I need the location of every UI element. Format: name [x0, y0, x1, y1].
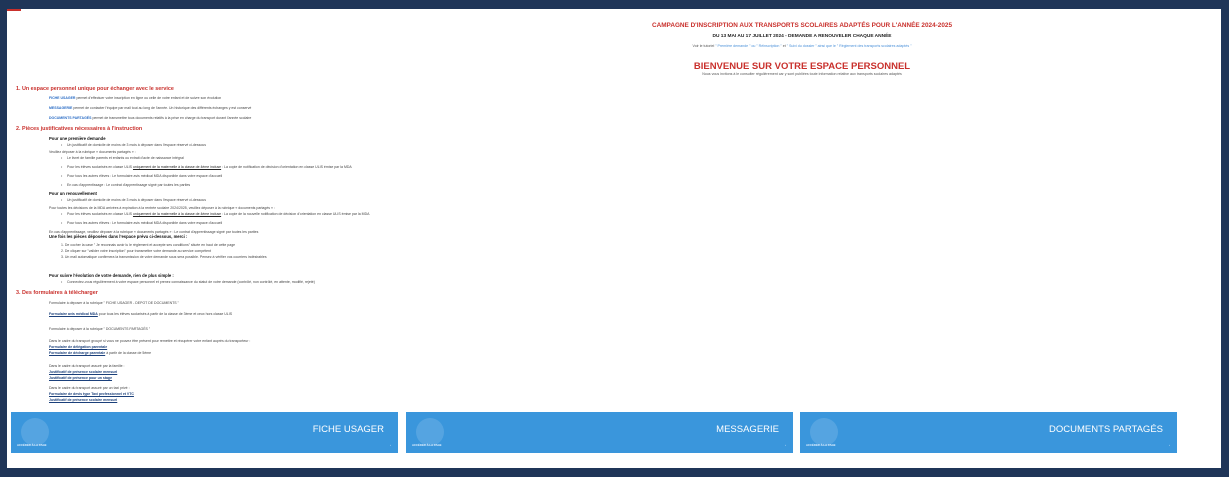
- list-item: Le livret de famille parents et enfants …: [61, 156, 184, 160]
- tile-access-link[interactable]: ACCÉDER À LA PAGE: [17, 443, 47, 447]
- download-link-taxi-quote[interactable]: Formulaire de devis type Taxi profession…: [49, 392, 134, 396]
- download-link-school-attendance-taxi[interactable]: Justificatif de présence scolaire mensue…: [49, 398, 117, 402]
- first-request-heading: Pour une première demande: [49, 136, 106, 141]
- documents-partages-link[interactable]: DOCUMENTS PARTAGÉS: [49, 116, 91, 120]
- messagerie-link[interactable]: MESSAGERIE: [49, 106, 72, 110]
- list-item: Pour les élèves scolarisés en classe ULI…: [61, 165, 352, 169]
- forms-group-intro: Formulaire à déposer à la rubrique " DOC…: [49, 327, 151, 331]
- chevron-right-icon[interactable]: ›: [390, 443, 391, 447]
- welcome-subtitle: Nous vous invitons à le consulter réguli…: [702, 72, 902, 76]
- step-item: 1. De cocher la case " Je reconnais avoi…: [61, 243, 236, 247]
- renewal-heading: Pour un renouvellement: [49, 191, 97, 196]
- tile-access-link[interactable]: ACCÉDER À LA PAGE: [412, 443, 442, 447]
- step-item: 2. De cliquer sur "valider votre inscrip…: [61, 249, 211, 253]
- list-item: Un justificatif de domicile de moins de …: [61, 143, 206, 147]
- section-3-title: 3. Des formulaires à télécharger: [16, 290, 98, 296]
- follow-up-heading: Pour suivre l'évolution de votre demande…: [49, 273, 174, 278]
- chevron-right-icon[interactable]: ›: [785, 443, 786, 447]
- emphasis-text: uniquement de la maternelle à la classe …: [132, 212, 222, 216]
- tile-mail-icon: [416, 418, 444, 446]
- download-link-delegation[interactable]: Formulaire de délégation parentale: [49, 345, 107, 349]
- top-corner-mark: [7, 9, 21, 11]
- download-link-discharge[interactable]: Formulaire de décharge parentale: [49, 351, 105, 355]
- list-item: Formulaire avis médical MDA pour tous le…: [49, 312, 232, 316]
- list-item-text: Pour les élèves scolarisés en classe ULI…: [67, 165, 132, 169]
- list-item-text: : La copie de la nouvelle notification d…: [221, 212, 370, 216]
- hint-link-rules[interactable]: ainsi que le " Règlement des transports …: [818, 44, 912, 48]
- forms-group-text: Dans le cadre du transport groupé si vou…: [49, 339, 251, 343]
- list-item: DOCUMENTS PARTAGÉS permet de transmettre…: [49, 116, 251, 120]
- tile-title: FICHE USAGER: [312, 424, 384, 435]
- section-2-title: 2. Pièces justificatives nécessaires à l…: [16, 126, 143, 132]
- documents-partages-tile[interactable]: DOCUMENTS PARTAGÉS ACCÉDER À LA PAGE ›: [800, 412, 1177, 453]
- forms-group-intro: Dans le cadre du transport assuré par la…: [49, 364, 125, 368]
- campaign-dates: DU 13 MAI AU 17 JUILLET 2024 - DEMANDE A…: [712, 34, 892, 39]
- forms-group-intro: Dans le cadre du transport assuré par un…: [49, 386, 130, 390]
- list-item: Un justificatif de domicile de moins de …: [61, 198, 206, 202]
- hint-mid: et: [782, 44, 786, 48]
- list-item: Connectez-vous régulièrement à votre esp…: [61, 280, 315, 284]
- tutorial-hint: Voir le tutoriel " Première demande " ou…: [567, 44, 1037, 48]
- fiche-usager-tile[interactable]: FICHE USAGER ACCÉDER À LA PAGE ›: [11, 412, 398, 453]
- list-item: En cas d'apprentissage : Le contrat d'ap…: [61, 183, 190, 187]
- list-item-text: permet d'effectuer votre inscription en …: [76, 96, 222, 100]
- list-item-text: : La copie de notification de décision d…: [221, 165, 352, 169]
- list-item-text: permet de transmettre tous documents rel…: [92, 116, 252, 120]
- list-item-text: permet de contacter l'équipe par mail to…: [73, 106, 252, 110]
- step-item: 3. Un mail automatique confirmera la tra…: [61, 255, 267, 259]
- tile-documents-icon: [810, 418, 838, 446]
- download-link-internship-attendance[interactable]: Justificatif de présence pour un stage: [49, 376, 112, 380]
- tile-title: MESSAGERIE: [716, 424, 779, 435]
- fiche-usager-link[interactable]: FICHE USAGER: [49, 96, 75, 100]
- tile-user-icon: [21, 418, 49, 446]
- messagerie-tile[interactable]: MESSAGERIE ACCÉDER À LA PAGE ›: [406, 412, 793, 453]
- main-page: CAMPAGNE D'INSCRIPTION AUX TRANSPORTS SC…: [7, 9, 1221, 468]
- chevron-right-icon[interactable]: ›: [1169, 443, 1170, 447]
- list-item: Pour tous les autres élèves : Le formula…: [61, 221, 222, 225]
- list-item-text: pour tous les élèves scolarisés à partir…: [97, 312, 233, 316]
- section-1-title: 1. Un espace personnel unique pour échan…: [16, 86, 174, 92]
- list-item: Pour tous les autres élèves : Le formula…: [61, 174, 222, 178]
- first-request-intro: Veuillez déposer à la rubrique « documen…: [49, 150, 136, 154]
- hint-link-follow-up[interactable]: " Suivi du dossier ": [787, 44, 817, 48]
- list-item-text: Pour les élèves scolarisés en classe ULI…: [67, 212, 132, 216]
- emphasis-text: uniquement de la maternelle à la classe …: [132, 165, 222, 169]
- list-item: Formulaire de décharge parentale à parti…: [49, 351, 151, 355]
- download-link-medical-form[interactable]: Formulaire avis médical MDA: [49, 312, 98, 316]
- renewal-intro: Pour toutes les décisions de la MDA arri…: [49, 206, 275, 210]
- list-item-text: à partir de la classe de 5ème: [105, 351, 152, 355]
- campaign-title: CAMPAGNE D'INSCRIPTION AUX TRANSPORTS SC…: [651, 22, 952, 29]
- after-upload-heading: Une fois les pièces déposées dans l'espa…: [49, 234, 188, 239]
- tile-access-link[interactable]: ACCÉDER À LA PAGE: [806, 443, 836, 447]
- download-link-school-attendance[interactable]: Justificatif de présence scolaire mensue…: [49, 370, 117, 374]
- tile-title: DOCUMENTS PARTAGÉS: [1048, 424, 1163, 435]
- list-item: MESSAGERIE permet de contacter l'équipe …: [49, 106, 251, 110]
- list-item: FICHE USAGER permet d'effectuer votre in…: [49, 96, 221, 100]
- welcome-heading: BIENVENUE SUR VOTRE ESPACE PERSONNEL: [693, 61, 911, 72]
- list-item: Pour les élèves scolarisés en classe ULI…: [61, 212, 370, 216]
- forms-group-intro: Formulaire à déposer à la rubrique " FIC…: [49, 301, 179, 305]
- hint-link-first-request[interactable]: " Première demande " ou " Réinscription …: [715, 44, 781, 48]
- hint-prefix: Voir le tutoriel: [692, 44, 715, 48]
